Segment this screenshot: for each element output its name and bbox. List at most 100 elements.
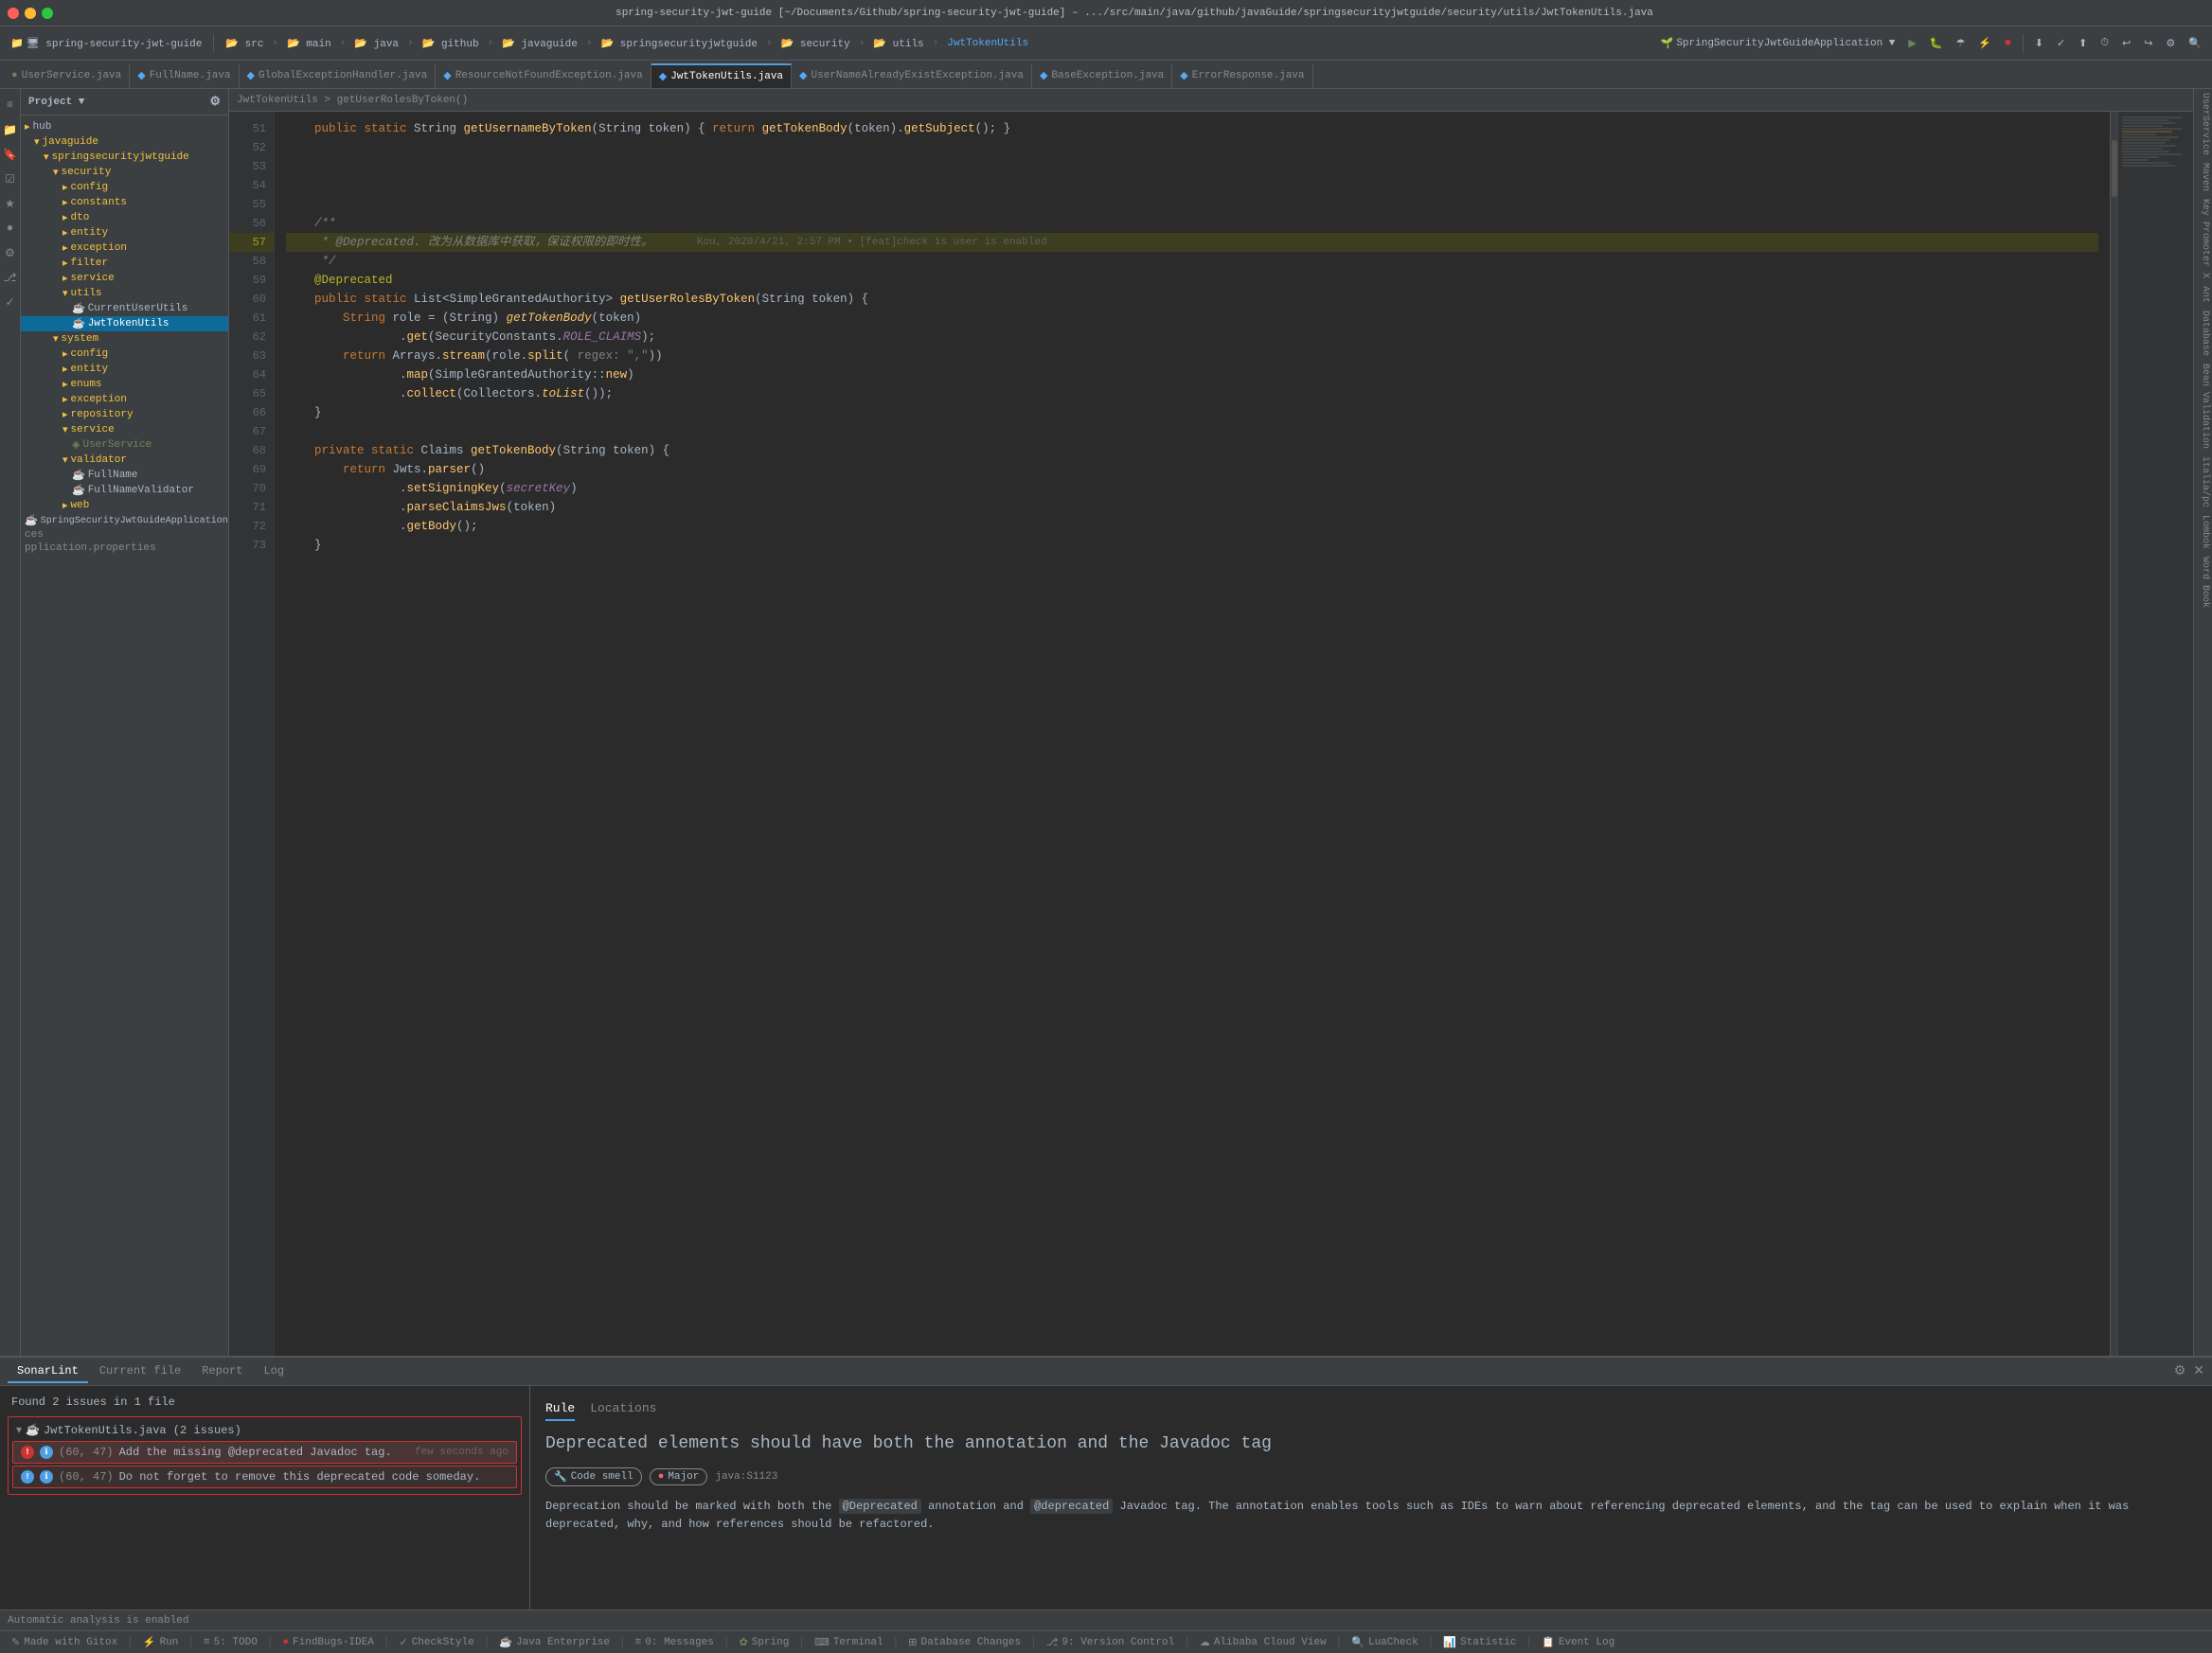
git-history[interactable]: ⏱ bbox=[2096, 36, 2114, 51]
tree-item-sys-service[interactable]: ▾ service bbox=[21, 422, 228, 437]
tree-item-currentuserutils[interactable]: ☕ CurrentUserUtils bbox=[21, 301, 228, 316]
tree-item-springsecurity[interactable]: ▾ springsecurityjwtguide bbox=[21, 150, 228, 165]
undo-button[interactable]: ↩ bbox=[2117, 35, 2135, 52]
status-database[interactable]: ⊞ Database Changes bbox=[904, 1636, 1025, 1649]
tree-item-userservice[interactable]: ◈ UserService bbox=[21, 437, 228, 453]
right-label-maven[interactable]: Maven bbox=[2194, 159, 2212, 195]
tree-item-filter[interactable]: ▸ filter bbox=[21, 256, 228, 271]
search-button[interactable]: 🔍 bbox=[2184, 35, 2206, 52]
tree-item-springapp[interactable]: ☕ SpringSecurityJwtGuideApplication bbox=[21, 513, 228, 528]
structure-icon[interactable]: ≡ bbox=[2, 97, 19, 114]
tree-item-sys-exception[interactable]: ▸ exception bbox=[21, 392, 228, 407]
status-terminal[interactable]: ⌨ Terminal bbox=[811, 1636, 887, 1649]
tab-current-file[interactable]: Current file bbox=[90, 1360, 190, 1383]
maximize-button[interactable] bbox=[42, 8, 53, 19]
src-breadcrumb[interactable]: 📂 src bbox=[221, 35, 268, 52]
tab-errorresponse[interactable]: ◆ ErrorResponse.java bbox=[1172, 63, 1312, 88]
tree-item-fullnamevalidator[interactable]: ☕ FullNameValidator bbox=[21, 483, 228, 498]
tab-resourcenotfound[interactable]: ◆ ResourceNotFoundException.java bbox=[436, 63, 651, 88]
tab-usernameexists[interactable]: ◆ UserNameAlreadyExistException.java bbox=[792, 63, 1032, 88]
tree-item-fullname[interactable]: ☕ FullName bbox=[21, 468, 228, 483]
status-alibaba[interactable]: ☁ Alibaba Cloud View bbox=[1196, 1636, 1330, 1649]
status-messages[interactable]: ≡ 0: Messages bbox=[632, 1637, 718, 1648]
tree-item-validator[interactable]: ▾ validator bbox=[21, 453, 228, 468]
right-label-database[interactable]: Database bbox=[2194, 307, 2212, 360]
tree-item-utils[interactable]: ▾ utils bbox=[21, 286, 228, 301]
issue-item-2[interactable]: ! ℹ (60, 47) Do not forget to remove thi… bbox=[12, 1466, 517, 1488]
right-label-ant[interactable]: Ant bbox=[2194, 282, 2212, 307]
status-run[interactable]: ⚡ Run bbox=[139, 1636, 183, 1649]
rule-tab-rule[interactable]: Rule bbox=[545, 1401, 575, 1421]
tab-globalexception[interactable]: ◆ GlobalExceptionHandler.java bbox=[240, 63, 437, 88]
tree-item-exception1[interactable]: ▸ exception bbox=[21, 240, 228, 256]
issue-file-row[interactable]: ▾ ☕ JwtTokenUtils.java (2 issues) bbox=[12, 1421, 517, 1439]
coverage-button[interactable]: ☂ bbox=[1952, 35, 1971, 52]
scrollbar-thumb[interactable] bbox=[2112, 140, 2117, 197]
github-breadcrumb[interactable]: 📂 github bbox=[418, 35, 484, 52]
tree-item-properties[interactable]: pplication.properties bbox=[21, 542, 228, 555]
status-checkstyle[interactable]: ✓ CheckStyle bbox=[395, 1636, 477, 1649]
right-label-lombok[interactable]: Lombok bbox=[2194, 511, 2212, 553]
tab-fullname[interactable]: ◆ FullName.java bbox=[130, 63, 239, 88]
favorites-icon[interactable]: ★ bbox=[2, 195, 19, 212]
tree-item-entity1[interactable]: ▸ entity bbox=[21, 225, 228, 240]
commit-icon[interactable]: ✓ bbox=[2, 293, 19, 311]
tree-item-hub[interactable]: ▸ hub bbox=[21, 119, 228, 134]
javaguide-breadcrumb[interactable]: 📂 javaguide bbox=[497, 35, 582, 52]
sidebar-settings-icon[interactable]: ⚙ bbox=[209, 95, 221, 109]
window-controls[interactable] bbox=[8, 8, 53, 19]
project-menu[interactable]: 📁 🖥 spring-security-jwt-guide bbox=[6, 35, 206, 52]
rule-tab-locations[interactable]: Locations bbox=[590, 1401, 656, 1421]
status-findbugs[interactable]: ● FindBugs-IDEA bbox=[278, 1637, 377, 1648]
issue-item-1[interactable]: ! ℹ (60, 47) Add the missing @deprecated… bbox=[12, 1441, 517, 1464]
status-eventlog[interactable]: 📋 Event Log bbox=[1538, 1636, 1618, 1649]
stop-button[interactable]: ■ bbox=[2000, 36, 2016, 51]
bookmark-icon[interactable]: 🔖 bbox=[2, 146, 19, 163]
java-breadcrumb[interactable]: 📂 java bbox=[349, 35, 403, 52]
tree-item-web[interactable]: ▸ web bbox=[21, 498, 228, 513]
right-label-italiapc[interactable]: italia/pc bbox=[2194, 453, 2212, 511]
git-push[interactable]: ⬆ bbox=[2074, 35, 2092, 52]
git-icon[interactable]: ⎇ bbox=[2, 269, 19, 286]
services-icon[interactable]: ⚙ bbox=[2, 244, 19, 261]
tab-report[interactable]: Report bbox=[192, 1360, 252, 1383]
breakpoints-icon[interactable]: ● bbox=[2, 220, 19, 237]
tree-item-javaguide[interactable]: ▾ javaguide bbox=[21, 134, 228, 150]
springsecurity-breadcrumb[interactable]: 📂 springsecurityjwtguide bbox=[596, 35, 762, 52]
tree-item-jwttokenutils[interactable]: ☕ JwtTokenUtils bbox=[21, 316, 228, 331]
settings-button[interactable]: ⚙ bbox=[2161, 35, 2180, 52]
security-breadcrumb[interactable]: 📂 security bbox=[776, 35, 855, 52]
close-bottom-icon[interactable]: ✕ bbox=[2193, 1363, 2204, 1379]
status-statistic[interactable]: 📊 Statistic bbox=[1439, 1636, 1520, 1649]
tab-log[interactable]: Log bbox=[254, 1360, 294, 1383]
tree-item-sys-entity[interactable]: ▸ entity bbox=[21, 362, 228, 377]
tab-userservice[interactable]: ● UserService.java bbox=[4, 63, 130, 88]
settings-bottom-icon[interactable]: ⚙ bbox=[2174, 1363, 2186, 1379]
right-label-wordbook[interactable]: Word Book bbox=[2194, 553, 2212, 612]
run-button[interactable]: ▶ bbox=[1903, 35, 1920, 52]
debug-button[interactable]: 🐛 bbox=[1925, 35, 1948, 52]
tab-jwttokenutils[interactable]: ◆ JwtTokenUtils.java bbox=[651, 63, 792, 88]
status-gitox[interactable]: ✎ Made with Gitox bbox=[8, 1636, 121, 1649]
tree-item-sys-config[interactable]: ▸ config bbox=[21, 347, 228, 362]
tree-item-system[interactable]: ▾ system bbox=[21, 331, 228, 347]
git-commit[interactable]: ✓ bbox=[2052, 35, 2070, 52]
status-javaenterprise[interactable]: ☕ Java Enterprise bbox=[495, 1636, 614, 1649]
tree-item-constants[interactable]: ▸ constants bbox=[21, 195, 228, 210]
close-button[interactable] bbox=[8, 8, 19, 19]
vertical-scrollbar[interactable] bbox=[2110, 112, 2117, 1356]
todo-icon[interactable]: ☑ bbox=[2, 170, 19, 187]
status-spring[interactable]: ✿ Spring bbox=[736, 1636, 794, 1649]
right-label-userservice[interactable]: UserService bbox=[2194, 89, 2212, 159]
tree-item-sys-repository[interactable]: ▸ repository bbox=[21, 407, 228, 422]
tree-item-service-security[interactable]: ▸ service bbox=[21, 271, 228, 286]
tab-baseexception[interactable]: ◆ BaseException.java bbox=[1032, 63, 1172, 88]
minimize-button[interactable] bbox=[25, 8, 36, 19]
right-label-keypromoter[interactable]: Key Promoter X bbox=[2194, 195, 2212, 282]
tree-item-security[interactable]: ▾ security bbox=[21, 165, 228, 180]
profile-button[interactable]: ⚡ bbox=[1973, 35, 1996, 52]
tab-sonarlint[interactable]: SonarLint bbox=[8, 1360, 88, 1383]
git-update[interactable]: ⬇ bbox=[2030, 35, 2048, 52]
tree-item-sys-enums[interactable]: ▸ enums bbox=[21, 377, 228, 392]
jwttokenutils-breadcrumb[interactable]: JwtTokenUtils bbox=[942, 36, 1033, 51]
